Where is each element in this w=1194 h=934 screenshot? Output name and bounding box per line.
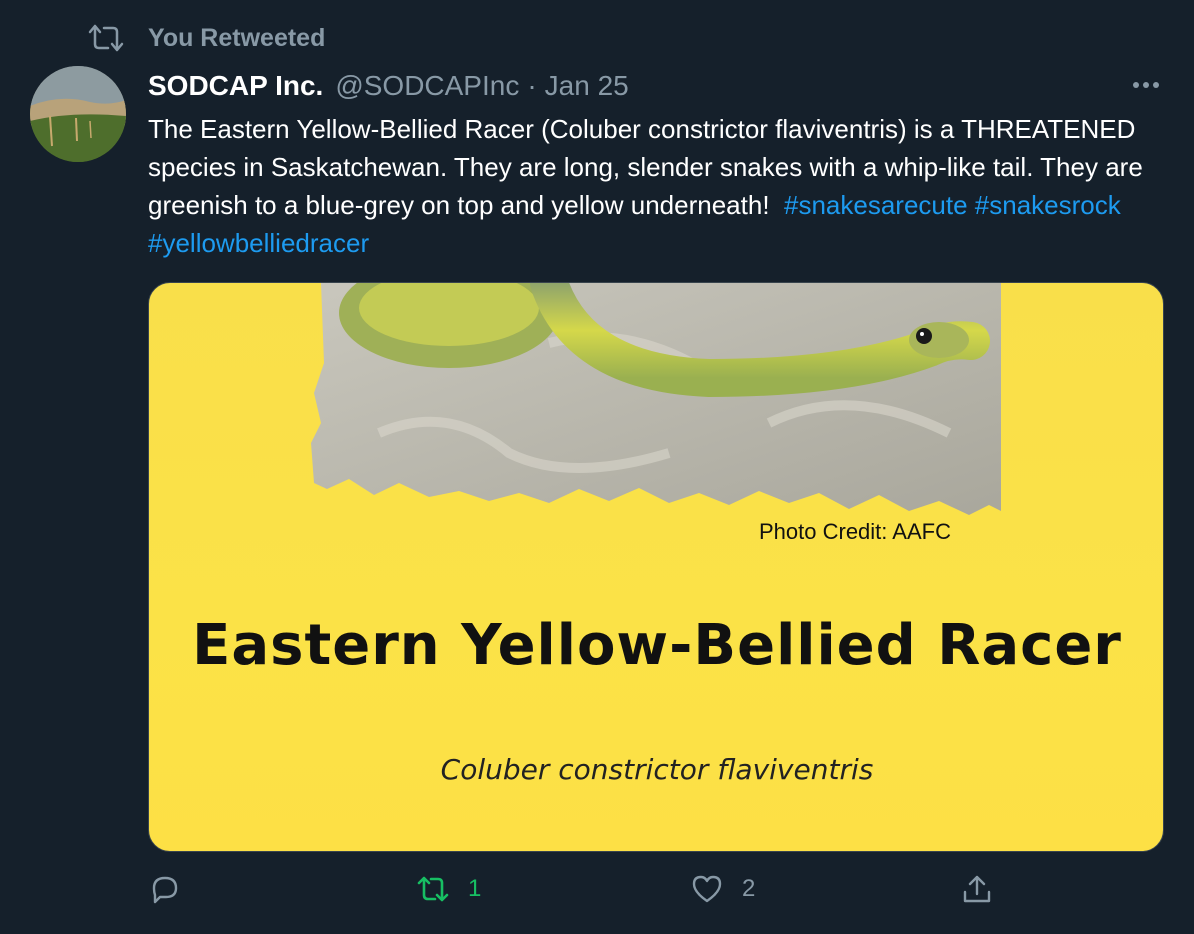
retweet-icon (88, 24, 124, 52)
avatar[interactable] (30, 66, 126, 162)
user-handle[interactable]: @SODCAPInc (335, 70, 519, 102)
tweet-text: The Eastern Yellow-Bellied Racer (Colube… (148, 110, 1158, 262)
more-options-icon[interactable] (1128, 70, 1164, 100)
retweet-count: 1 (468, 875, 482, 902)
media-scientific-name: Coluber constrictor flaviventris (440, 753, 874, 786)
social-context: You Retweeted (86, 22, 325, 54)
media-title: Eastern Yellow-Bellied Racer (192, 613, 1122, 678)
separator-dot: · (527, 70, 537, 101)
tweet-date[interactable]: Jan 25 (545, 70, 629, 102)
like-button[interactable]: 2 (690, 872, 755, 906)
social-context-label: You Retweeted (148, 23, 326, 52)
photo-credit: Photo Credit: AAFC (759, 519, 951, 544)
retweet-icon (417, 876, 449, 902)
hashtag-link[interactable]: #yellowbelliedracer (148, 228, 369, 258)
share-button[interactable] (960, 872, 1012, 906)
reply-button[interactable] (148, 872, 200, 906)
tweet-media-image[interactable]: Photo Credit: AAFC Eastern Yellow-Bellie… (148, 282, 1164, 852)
retweet-button[interactable]: 1 (416, 872, 481, 906)
hashtag-link[interactable]: #snakesrock (975, 190, 1121, 220)
like-count: 2 (742, 875, 756, 902)
display-name[interactable]: SODCAP Inc. (148, 70, 323, 102)
hashtag-link[interactable]: #snakesarecute (784, 190, 968, 220)
tweet-header: SODCAP Inc. @SODCAPInc · Jan 25 (148, 66, 629, 106)
share-icon (963, 875, 991, 903)
tweet-actions: 1 2 (148, 872, 1164, 916)
reply-icon (152, 876, 178, 904)
heart-icon (692, 875, 722, 903)
